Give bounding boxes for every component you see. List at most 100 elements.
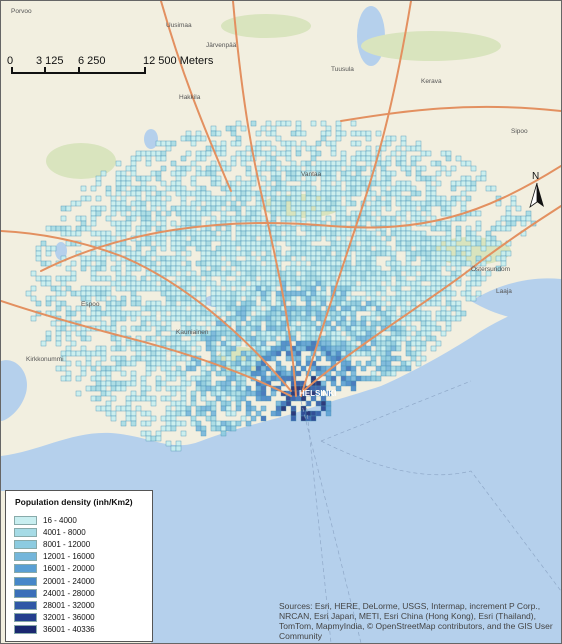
grid-cell — [120, 285, 127, 292]
grid-cell — [145, 435, 152, 442]
grid-cell — [275, 345, 282, 352]
grid-cell — [425, 185, 432, 192]
grid-cell — [485, 230, 492, 237]
grid-cell — [95, 255, 102, 262]
grid-cell — [195, 410, 202, 417]
grid-cell — [40, 280, 47, 287]
grid-cell — [345, 305, 352, 312]
grid-cell — [455, 235, 462, 242]
grid-cell — [300, 365, 307, 372]
grid-cell — [320, 310, 327, 317]
grid-cell — [130, 160, 137, 167]
grid-cell — [155, 255, 162, 262]
grid-cell — [190, 160, 197, 167]
grid-cell — [255, 310, 262, 317]
grid-cell — [120, 175, 127, 182]
grid-cell — [435, 235, 442, 242]
grid-cell — [125, 400, 132, 407]
grid-cell — [365, 155, 372, 162]
grid-cell — [65, 335, 72, 342]
grid-cell — [295, 120, 302, 127]
grid-cell — [205, 255, 212, 262]
grid-cell — [315, 150, 322, 157]
grid-cell — [415, 315, 422, 322]
grid-cell — [200, 385, 207, 392]
grid-cell — [405, 315, 412, 322]
grid-cell — [260, 405, 267, 412]
grid-cell — [290, 275, 297, 282]
grid-cell — [105, 190, 112, 197]
grid-cell — [360, 180, 367, 187]
grid-cell — [390, 330, 397, 337]
grid-cell — [145, 305, 152, 312]
grid-cell — [330, 280, 337, 287]
grid-cell — [250, 360, 257, 367]
grid-cell — [310, 245, 317, 252]
grid-cell — [385, 235, 392, 242]
grid-cell — [215, 265, 222, 272]
grid-cell — [200, 245, 207, 252]
grid-cell — [210, 265, 217, 272]
grid-cell — [255, 205, 262, 212]
grid-cell — [200, 375, 207, 382]
grid-cell — [200, 425, 207, 432]
grid-cell — [210, 170, 217, 177]
grid-cell — [270, 355, 277, 362]
grid-cell — [255, 365, 262, 372]
grid-cell — [490, 185, 497, 192]
grid-cell — [195, 210, 202, 217]
grid-cell — [290, 330, 297, 337]
grid-cell — [305, 330, 312, 337]
grid-cell — [170, 315, 177, 322]
grid-cell — [415, 295, 422, 302]
grid-cell — [300, 340, 307, 347]
grid-cell — [285, 395, 292, 402]
grid-cell — [415, 250, 422, 257]
grid-cell — [390, 295, 397, 302]
grid-cell — [340, 205, 347, 212]
grid-cell — [415, 170, 422, 177]
grid-cell — [295, 250, 302, 257]
grid-cell — [170, 260, 177, 267]
grid-cell — [245, 240, 252, 247]
grid-cell — [115, 265, 122, 272]
grid-cell — [175, 370, 182, 377]
grid-cell — [425, 290, 432, 297]
grid-cell — [195, 185, 202, 192]
grid-cell — [360, 260, 367, 267]
grid-cell — [265, 290, 272, 297]
grid-cell — [60, 230, 67, 237]
grid-cell — [340, 310, 347, 317]
grid-cell — [235, 150, 242, 157]
grid-cell — [275, 320, 282, 327]
grid-cell — [280, 345, 287, 352]
grid-cell — [235, 175, 242, 182]
grid-cell — [380, 270, 387, 277]
grid-cell — [105, 325, 112, 332]
grid-cell — [245, 165, 252, 172]
grid-cell — [210, 270, 217, 277]
grid-cell — [205, 335, 212, 342]
map-frame: Porvoo Uusimaa Järvenpää Kerava Tuusula … — [0, 0, 562, 644]
grid-cell — [300, 275, 307, 282]
grid-cell — [300, 325, 307, 332]
grid-cell — [315, 410, 322, 417]
grid-cell — [260, 350, 267, 357]
grid-cell — [320, 190, 327, 197]
grid-cell — [245, 290, 252, 297]
grid-cell — [105, 185, 112, 192]
grid-cell — [365, 135, 372, 142]
grid-cell — [205, 150, 212, 157]
grid-cell — [130, 300, 137, 307]
grid-cell — [365, 210, 372, 217]
grid-cell — [255, 390, 262, 397]
grid-cell — [135, 150, 142, 157]
grid-cell — [245, 195, 252, 202]
grid-cell — [265, 260, 272, 267]
grid-cell — [205, 190, 212, 197]
grid-cell — [425, 325, 432, 332]
grid-cell — [435, 270, 442, 277]
grid-cell — [310, 215, 317, 222]
grid-cell — [345, 345, 352, 352]
grid-cell — [335, 245, 342, 252]
